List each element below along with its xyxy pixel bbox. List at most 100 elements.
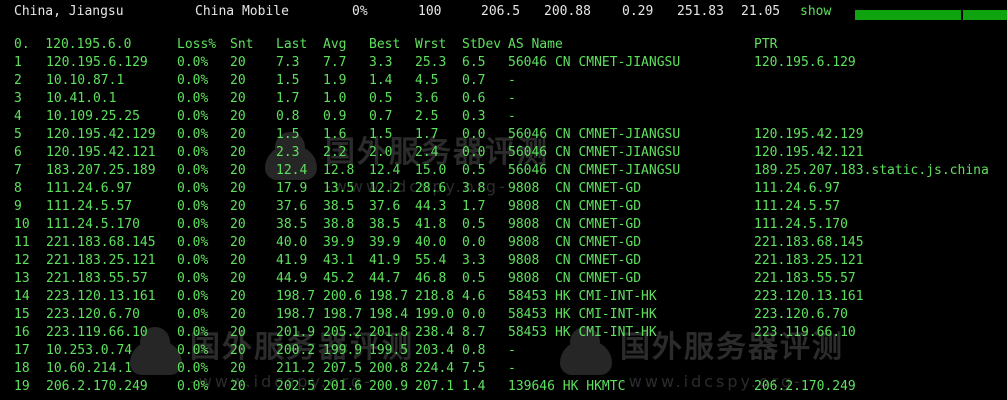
- hop-ip: 10.109.25.25: [46, 109, 140, 124]
- hop-best: 1.5: [369, 127, 393, 142]
- hop-avg: 39.9: [323, 235, 355, 250]
- hop-ip: 120.195.42.129: [46, 127, 156, 142]
- hop-asname: 58453 HK CMI-INT-HK: [508, 289, 657, 304]
- hop-asname: 58453 HK CMI-INT-HK: [508, 325, 657, 340]
- hop-number: 3: [14, 91, 22, 106]
- hop-ip: 223.120.6.70: [46, 307, 140, 322]
- summary-worst: 251.83: [677, 4, 724, 19]
- hop-row: 12 221.183.25.121 0.0% 20 41.9 43.1 41.9 55.4 3.…: [0, 252, 1007, 270]
- hop-ptr: 111.24.5.57: [754, 199, 841, 214]
- hop-row: 18 10.60.214.1 0.0% 20 211.2 207.5 200.8 224.4 7…: [0, 360, 1007, 378]
- hop-ip: 221.183.25.121: [46, 253, 156, 268]
- hop-asname: -: [508, 109, 516, 124]
- hop-best: 38.5: [369, 217, 401, 232]
- hop-number: 13: [14, 271, 30, 286]
- hop-stdev: 0.5: [462, 163, 486, 178]
- hop-stdev: 1.4: [462, 379, 486, 394]
- hop-ptr: 221.183.25.121: [754, 253, 864, 268]
- hop-last: 200.2: [276, 343, 316, 358]
- hop-avg: 1.6: [323, 127, 347, 142]
- hop-asname: 56046 CN CMNET-JIANGSU: [508, 127, 681, 142]
- summary-last: 206.5: [481, 4, 521, 19]
- hop-stdev: 0.8: [462, 343, 486, 358]
- hop-best: 3.3: [369, 55, 393, 70]
- hop-best: 198.4: [369, 307, 409, 322]
- hop-ptr: 111.24.6.97: [754, 181, 841, 196]
- hop-stdev: 6.5: [462, 55, 486, 70]
- hop-wrst: 40.0: [415, 235, 447, 250]
- hop-best: 44.7: [369, 271, 401, 286]
- hop-loss: 0.0%: [177, 361, 209, 376]
- hop-wrst: 55.4: [415, 253, 447, 268]
- show-link[interactable]: show: [800, 3, 831, 21]
- hop-loss: 0.0%: [177, 235, 209, 250]
- hop-best: 0.5: [369, 91, 393, 106]
- hop-number: 16: [14, 325, 30, 340]
- column-header-asname: AS Name: [508, 37, 563, 52]
- latency-bar-divider: [961, 10, 963, 20]
- hop-number: 1: [14, 55, 22, 70]
- hop-asname: -: [508, 343, 516, 358]
- hop-wrst: 3.6: [415, 91, 439, 106]
- hop-ptr: 189.25.207.183.static.js.china: [754, 163, 989, 178]
- hop-ptr: 120.195.42.129: [754, 127, 864, 142]
- column-header-row: 0. 120.195.6.0 Loss% Snt Last Avg Best W…: [0, 36, 1007, 54]
- hop-asname: -: [508, 73, 516, 88]
- hop-last: 1.7: [276, 91, 300, 106]
- hop-number: 4: [14, 109, 22, 124]
- hop-loss: 0.0%: [177, 127, 209, 142]
- summary-best: 0.29: [622, 4, 654, 19]
- column-header-best: Best: [369, 37, 401, 52]
- hop-wrst: 238.4: [415, 325, 455, 340]
- hop-stdev: 7.5: [462, 361, 486, 376]
- hop-last: 44.9: [276, 271, 308, 286]
- hop-loss: 0.0%: [177, 307, 209, 322]
- column-header-last: Last: [276, 37, 308, 52]
- hop-snt: 20: [230, 289, 246, 304]
- hop-wrst: 1.7: [415, 127, 439, 142]
- hop-row: 3 10.41.0.1 0.0% 20 1.7 1.0 0.5 3.6 0.6 -: [0, 90, 1007, 108]
- hop-snt: 20: [230, 55, 246, 70]
- column-header-host: 0. 120.195.6.0: [14, 37, 132, 52]
- column-header-loss: Loss%: [177, 37, 217, 52]
- hop-number: 6: [14, 145, 22, 160]
- hop-row: 19 206.2.170.249 0.0% 20 202.5 201.6 200.9 207.…: [0, 378, 1007, 396]
- hop-last: 7.3: [276, 55, 300, 70]
- hop-last: 40.0: [276, 235, 308, 250]
- hop-wrst: 2.5: [415, 109, 439, 124]
- hop-row: 13 221.183.55.57 0.0% 20 44.9 45.2 44.7 46.8 0.5…: [0, 270, 1007, 288]
- hop-last: 198.7: [276, 289, 316, 304]
- hop-ptr: 206.2.170.249: [754, 379, 856, 394]
- hop-asname: 9808 CN CMNET-GD: [508, 217, 642, 232]
- hop-best: 200.8: [369, 361, 409, 376]
- hop-number: 15: [14, 307, 30, 322]
- summary-avg: 200.88: [544, 4, 591, 19]
- hop-number: 7: [14, 163, 22, 178]
- hop-asname: 9808 CN CMNET-GD: [508, 271, 642, 286]
- hop-best: 12.2: [369, 181, 401, 196]
- hop-asname: -: [508, 91, 516, 106]
- hop-snt: 20: [230, 73, 246, 88]
- hop-wrst: 44.3: [415, 199, 447, 214]
- hop-best: 0.7: [369, 109, 393, 124]
- hop-stdev: 1.7: [462, 199, 486, 214]
- hop-loss: 0.0%: [177, 181, 209, 196]
- hop-best: 201.8: [369, 325, 409, 340]
- hop-stdev: 0.5: [462, 271, 486, 286]
- hop-loss: 0.0%: [177, 145, 209, 160]
- summary-sent: 100: [418, 4, 442, 19]
- hop-stdev: 0.0: [462, 127, 486, 142]
- hop-avg: 38.8: [323, 217, 355, 232]
- hop-ip: 221.183.55.57: [46, 271, 148, 286]
- hop-last: 201.9: [276, 325, 316, 340]
- summary-loss: 0%: [352, 4, 368, 19]
- hop-loss: 0.0%: [177, 253, 209, 268]
- hop-row: 17 10.253.0.74 0.0% 20 200.2 199.9 199.5 203.4 0…: [0, 342, 1007, 360]
- hop-avg: 207.5: [323, 361, 363, 376]
- hop-asname: 56046 CN CMNET-JIANGSU: [508, 145, 681, 160]
- hop-loss: 0.0%: [177, 271, 209, 286]
- hop-row: 8 111.24.6.97 0.0% 20 17.9 13.5 12.2 28.6 3.8 980…: [0, 180, 1007, 198]
- hop-number: 9: [14, 199, 22, 214]
- hop-stdev: 0.7: [462, 73, 486, 88]
- hop-loss: 0.0%: [177, 91, 209, 106]
